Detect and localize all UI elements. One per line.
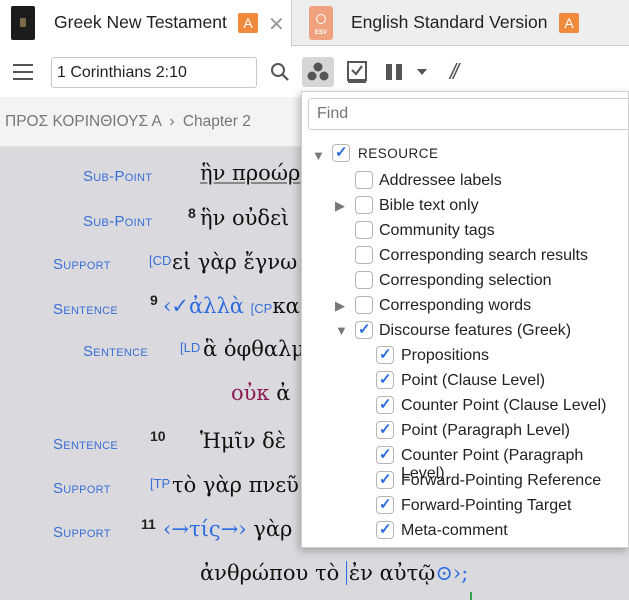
verse-number: 9 <box>150 292 158 308</box>
forward-pointing-reference-checkbox[interactable] <box>376 470 394 489</box>
discourse-label: Sentence <box>83 343 148 360</box>
reference-input[interactable] <box>51 57 257 88</box>
find-input[interactable] <box>308 98 628 130</box>
bible-text-only-checkbox[interactable] <box>355 196 373 214</box>
esv-book-icon: ESV <box>309 6 333 40</box>
tab-bar: Greek New Testament A ✕ ESV English Stan… <box>0 0 629 46</box>
discourse-label: Sub-Point <box>83 213 153 230</box>
breadcrumb-book[interactable]: ΠΡΟΣ ΚΟΡΙΝΘΙΟΥΣ Α <box>5 113 161 130</box>
corresponding-selection-checkbox[interactable] <box>355 271 373 289</box>
filter-label: Corresponding selection <box>379 272 552 289</box>
verse-number: 10 <box>150 428 166 444</box>
discourse-label: Support <box>53 480 111 497</box>
filter-label: Addressee labels <box>379 172 502 189</box>
checklist-icon[interactable] <box>346 57 368 87</box>
discourse-label: Sentence <box>53 301 118 318</box>
search-icon[interactable] <box>266 57 294 87</box>
toolbar: // <box>0 47 629 97</box>
community-tags-checkbox[interactable] <box>355 221 373 239</box>
greek-text-line[interactable]: οὐκ ἀ <box>231 381 290 405</box>
meta-comment-checkbox[interactable] <box>376 520 394 539</box>
annotation-marker: [CD <box>149 253 172 268</box>
annotation-marker: [LD <box>180 340 201 355</box>
greek-text-line[interactable]: ‹→τίς→› γὰρ <box>163 517 292 541</box>
addressee-labels-checkbox[interactable] <box>355 171 373 189</box>
forward-pointing-target-checkbox[interactable] <box>376 495 394 514</box>
greek-text-line[interactable]: ἣν προώρ <box>200 161 300 185</box>
greek-text-line[interactable]: εἰ γὰρ ἔγνω <box>172 250 297 274</box>
collapse-icon[interactable]: ▼ <box>312 148 325 163</box>
corresponding-search-results-checkbox[interactable] <box>355 246 373 264</box>
filter-label: Forward-Pointing Reference <box>401 472 602 489</box>
discourse-label: Sentence <box>53 436 118 453</box>
tab-badge: A <box>559 13 579 33</box>
chevron-down-icon[interactable] <box>414 57 430 87</box>
visual-filters-panel: ▼ RESOURCE Addressee labels ▶ Bible text… <box>301 91 629 548</box>
filter-label: Community tags <box>379 222 495 239</box>
breadcrumb-separator: › <box>169 113 175 130</box>
parallel-resources-icon[interactable]: // <box>442 57 464 87</box>
menu-icon[interactable] <box>13 64 33 80</box>
point-paragraph-checkbox[interactable] <box>376 420 394 439</box>
book-cover-icon <box>11 6 35 40</box>
filter-label: Bible text only <box>379 197 479 214</box>
greek-text-line[interactable]: Ἡμῖν δὲ <box>200 429 286 453</box>
cursor-marker <box>470 592 472 600</box>
filter-label: Meta-comment <box>401 522 508 539</box>
parallel-columns-icon[interactable] <box>384 57 404 87</box>
filter-label: Point (Clause Level) <box>401 372 546 389</box>
verse-number: 8 <box>188 205 196 221</box>
verse-number: 11 <box>141 516 156 532</box>
discourse-label: Support <box>53 256 111 273</box>
counter-point-clause-checkbox[interactable] <box>376 395 394 414</box>
filter-label: Counter Point (Clause Level) <box>401 397 607 414</box>
filter-label: Corresponding words <box>379 297 532 314</box>
filter-label: Forward-Pointing Target <box>401 497 572 514</box>
resource-checkbox[interactable] <box>332 143 350 162</box>
filter-label: RESOURCE <box>358 146 439 161</box>
expand-icon[interactable]: ▶ <box>335 298 345 314</box>
collapse-icon[interactable]: ▼ <box>335 323 348 338</box>
point-clause-checkbox[interactable] <box>376 370 394 389</box>
greek-text-line[interactable]: ἀνθρώπου τὸ ἐν αὐτῷ⊙›; <box>200 561 468 585</box>
greek-text-line[interactable]: ἣν οὐδεὶ <box>200 206 289 230</box>
tab-title: Greek New Testament <box>54 12 227 32</box>
filter-label: Point (Paragraph Level) <box>401 422 570 439</box>
corresponding-words-checkbox[interactable] <box>355 296 373 314</box>
propositions-checkbox[interactable] <box>376 345 394 364</box>
filter-label: Propositions <box>401 347 490 364</box>
discourse-label: Sub-Point <box>83 168 153 185</box>
tab-greek-new-testament[interactable]: Greek New Testament A ✕ <box>0 0 292 46</box>
breadcrumb-chapter[interactable]: Chapter 2 <box>183 113 251 130</box>
visual-filters-icon[interactable] <box>302 57 334 87</box>
filter-label: Corresponding search results <box>379 247 588 264</box>
greek-text-line[interactable]: ἃ ὀφθαλμ <box>203 337 305 361</box>
annotation-marker: [TP <box>150 476 171 491</box>
greek-text-line[interactable]: ‹✓ἀλλὰ [CPκα <box>163 294 300 318</box>
discourse-features-checkbox[interactable] <box>355 320 373 339</box>
tab-title: English Standard Version <box>351 12 548 32</box>
filter-label: Discourse features (Greek) <box>379 322 572 339</box>
discourse-label: Support <box>53 524 111 541</box>
tab-badge: A <box>238 13 258 33</box>
counter-point-paragraph-checkbox[interactable] <box>376 445 394 464</box>
close-icon[interactable]: ✕ <box>268 12 285 37</box>
expand-icon[interactable]: ▶ <box>335 198 345 214</box>
greek-text-line[interactable]: τὸ γὰρ πνεῦ <box>172 473 299 497</box>
